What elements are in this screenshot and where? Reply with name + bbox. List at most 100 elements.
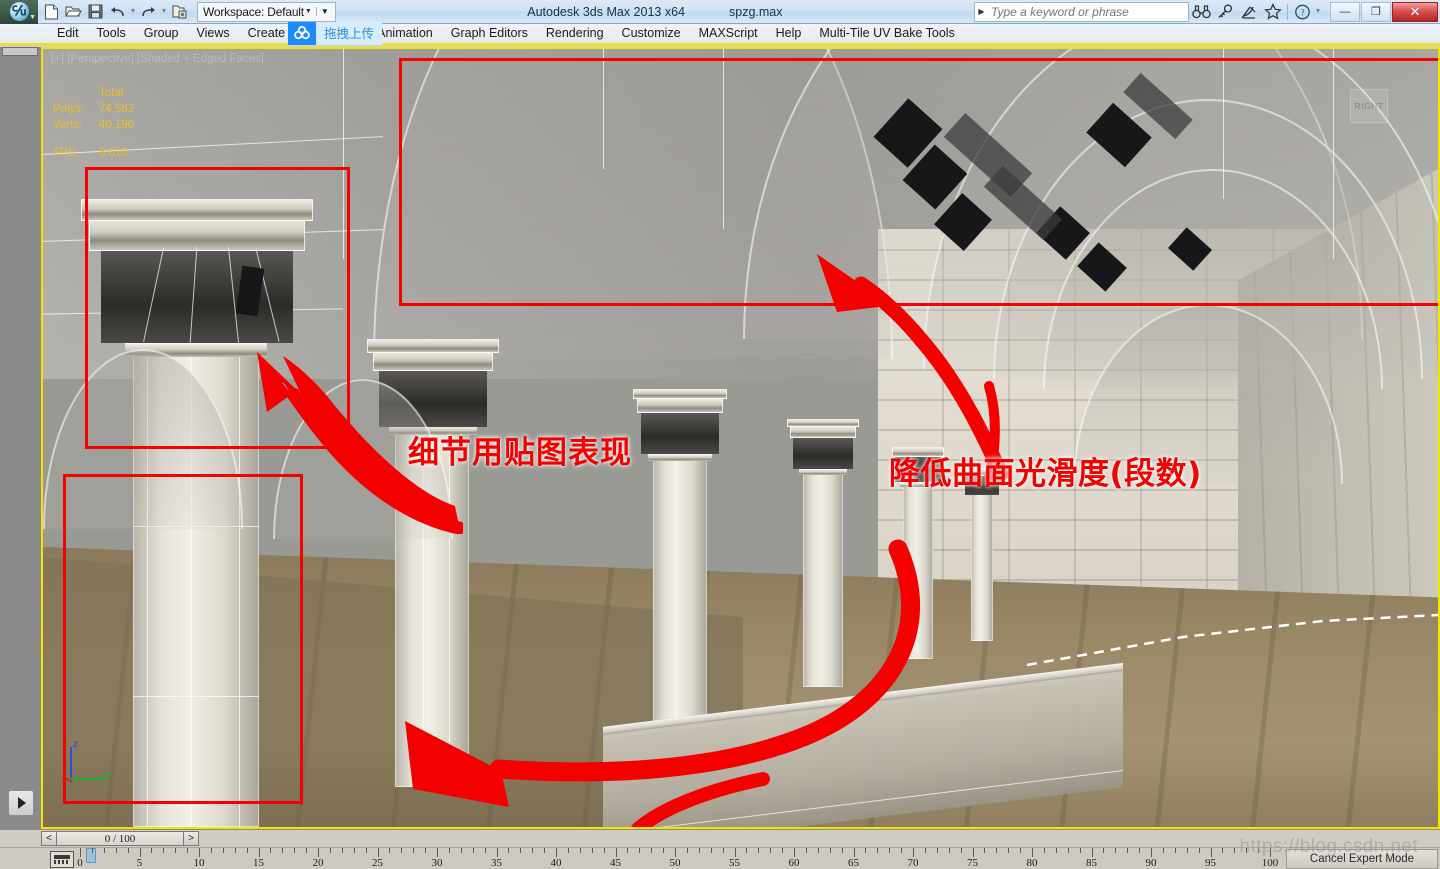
menu-item-group[interactable]: Group xyxy=(135,24,188,43)
view-cube[interactable]: RIGHT xyxy=(1346,81,1398,131)
ruler-label: 35 xyxy=(491,857,502,869)
ruler-tick xyxy=(544,848,546,853)
ruler-tick xyxy=(401,848,403,853)
redo-dropdown-icon[interactable]: ▼ xyxy=(160,8,168,15)
column-shaft xyxy=(653,455,707,727)
star-icon[interactable] xyxy=(1261,1,1285,23)
ruler-tick xyxy=(1139,848,1141,853)
svg-text:?: ? xyxy=(1300,8,1304,18)
ruler-label: 95 xyxy=(1205,857,1216,869)
set-project-folder-icon[interactable] xyxy=(169,1,190,22)
ruler-tick xyxy=(567,848,569,853)
wireframe-line xyxy=(1223,49,1224,199)
ruler-label: 100 xyxy=(1261,857,1279,869)
expand-panel-button[interactable] xyxy=(8,790,34,816)
chevron-right-icon[interactable]: ▶ xyxy=(975,7,988,16)
search-box[interactable]: ▶ xyxy=(974,1,1189,22)
ruler-label: 15 xyxy=(253,857,264,869)
search-input[interactable] xyxy=(988,2,1188,21)
menu-item-graph-editors[interactable]: Graph Editors xyxy=(442,24,537,43)
stats-header: Total xyxy=(99,87,124,99)
application-menu-button[interactable]: ℆ ▼ xyxy=(0,0,38,24)
ruler-tick xyxy=(508,848,510,853)
key-icon[interactable] xyxy=(1213,1,1237,23)
ruler-tick xyxy=(556,848,557,857)
ruler-tick xyxy=(460,848,462,853)
open-file-icon[interactable] xyxy=(63,1,84,22)
workspace-dropdown-icon[interactable]: ▼ xyxy=(315,7,333,16)
annotation-line-vault-top xyxy=(399,58,1438,61)
column-abacus xyxy=(367,339,499,353)
undo-icon[interactable] xyxy=(107,1,128,22)
ruler-tick xyxy=(127,848,129,853)
frame-indicator[interactable]: 0 / 100 xyxy=(57,831,183,846)
ruler-tick xyxy=(1198,848,1200,853)
window-title: Autodesk 3ds Max 2013 x64 spzg.max xyxy=(336,5,974,19)
ruler-tick xyxy=(258,848,260,857)
column-abacus xyxy=(633,389,727,399)
help-dropdown-icon[interactable]: ▼ xyxy=(1314,8,1322,15)
ruler-tick xyxy=(520,848,522,853)
menu-item-views[interactable]: Views xyxy=(187,24,238,43)
command-panel-stub[interactable] xyxy=(2,47,38,56)
satellite-dish-icon[interactable] xyxy=(1237,1,1261,23)
key-mode-icon[interactable] xyxy=(50,851,74,868)
drag-upload-label: 拖拽上传 xyxy=(316,22,383,45)
menu-item-maxscript[interactable]: MAXScript xyxy=(690,24,767,43)
ruler-tick xyxy=(222,848,224,853)
view-cube-face-label[interactable]: RIGHT xyxy=(1350,89,1388,123)
new-file-icon[interactable] xyxy=(41,1,62,22)
menu-item-tools[interactable]: Tools xyxy=(88,24,135,43)
menu-item-help[interactable]: Help xyxy=(767,24,811,43)
ruler-tick xyxy=(91,848,93,853)
ruler-label: 0 xyxy=(77,857,83,869)
ruler-tick xyxy=(151,848,153,853)
ruler-tick xyxy=(210,848,212,853)
ruler-label: 25 xyxy=(372,857,383,869)
ruler-tick xyxy=(675,848,676,857)
save-file-icon[interactable] xyxy=(85,1,106,22)
restore-button[interactable]: ❐ xyxy=(1361,1,1391,22)
ruler-tick xyxy=(484,848,486,853)
minimize-button[interactable]: — xyxy=(1330,1,1360,22)
viewport-statistics: Total Polys: 74,582 Verts: 40,190 FPS: 8… xyxy=(53,85,142,161)
time-slider-bar: < 0 / 100 > xyxy=(0,829,1440,847)
stats-polys-value: 74,582 xyxy=(99,103,135,115)
ruler-tick xyxy=(1091,848,1093,857)
viewport-label[interactable]: [+] [Perspective] [Shaded + Edged Faces] xyxy=(51,53,264,65)
ruler-tick xyxy=(877,848,879,853)
ruler-tick xyxy=(246,848,248,853)
prev-frame-button[interactable]: < xyxy=(41,831,57,846)
menu-item-create[interactable]: Create xyxy=(239,24,295,43)
ruler-tick xyxy=(710,848,712,853)
menu-item-rendering[interactable]: Rendering xyxy=(537,24,613,43)
undo-dropdown-icon[interactable]: ▼ xyxy=(129,8,137,15)
ruler-tick xyxy=(853,848,855,857)
drag-upload-widget[interactable]: 拖拽上传 xyxy=(288,22,383,45)
max-logo-icon: ℆ xyxy=(9,2,29,21)
ruler-tick xyxy=(80,848,81,857)
quick-access-toolbar: ▼ ▼ xyxy=(38,0,193,24)
perspective-viewport[interactable]: [+] [Perspective] [Shaded + Edged Faces]… xyxy=(41,47,1440,829)
ruler-tick xyxy=(901,848,903,853)
next-frame-button[interactable]: > xyxy=(183,831,199,846)
ruler-tick xyxy=(817,848,819,853)
help-icon[interactable]: ? xyxy=(1290,1,1314,23)
menu-item-edit[interactable]: Edit xyxy=(48,24,88,43)
ruler-tick xyxy=(913,848,914,857)
ruler-tick xyxy=(365,848,367,853)
toolbar-divider xyxy=(1287,3,1288,20)
play-triangle-icon xyxy=(18,797,26,809)
close-button[interactable]: ✕ xyxy=(1392,1,1438,22)
timeline-ruler[interactable]: 0 5 10 15 20 25 30 35 40 45 50 55 60 65 70 75 80 85 90 95 10… xyxy=(77,848,1278,869)
ruler-tick xyxy=(115,848,117,853)
ruler-tick xyxy=(1079,848,1081,853)
redo-icon[interactable] xyxy=(138,1,159,22)
wireframe-line xyxy=(1333,49,1334,259)
ruler-tick xyxy=(1151,848,1152,857)
app-name: Autodesk 3ds Max 2013 x64 xyxy=(527,4,685,19)
binoculars-icon[interactable] xyxy=(1189,1,1213,23)
menu-item-multi-tile-uv-bake-tools[interactable]: Multi-Tile UV Bake Tools xyxy=(810,24,963,43)
workspace-selector[interactable]: Workspace: Default ▼ ▼ xyxy=(197,1,336,22)
menu-item-customize[interactable]: Customize xyxy=(613,24,690,43)
